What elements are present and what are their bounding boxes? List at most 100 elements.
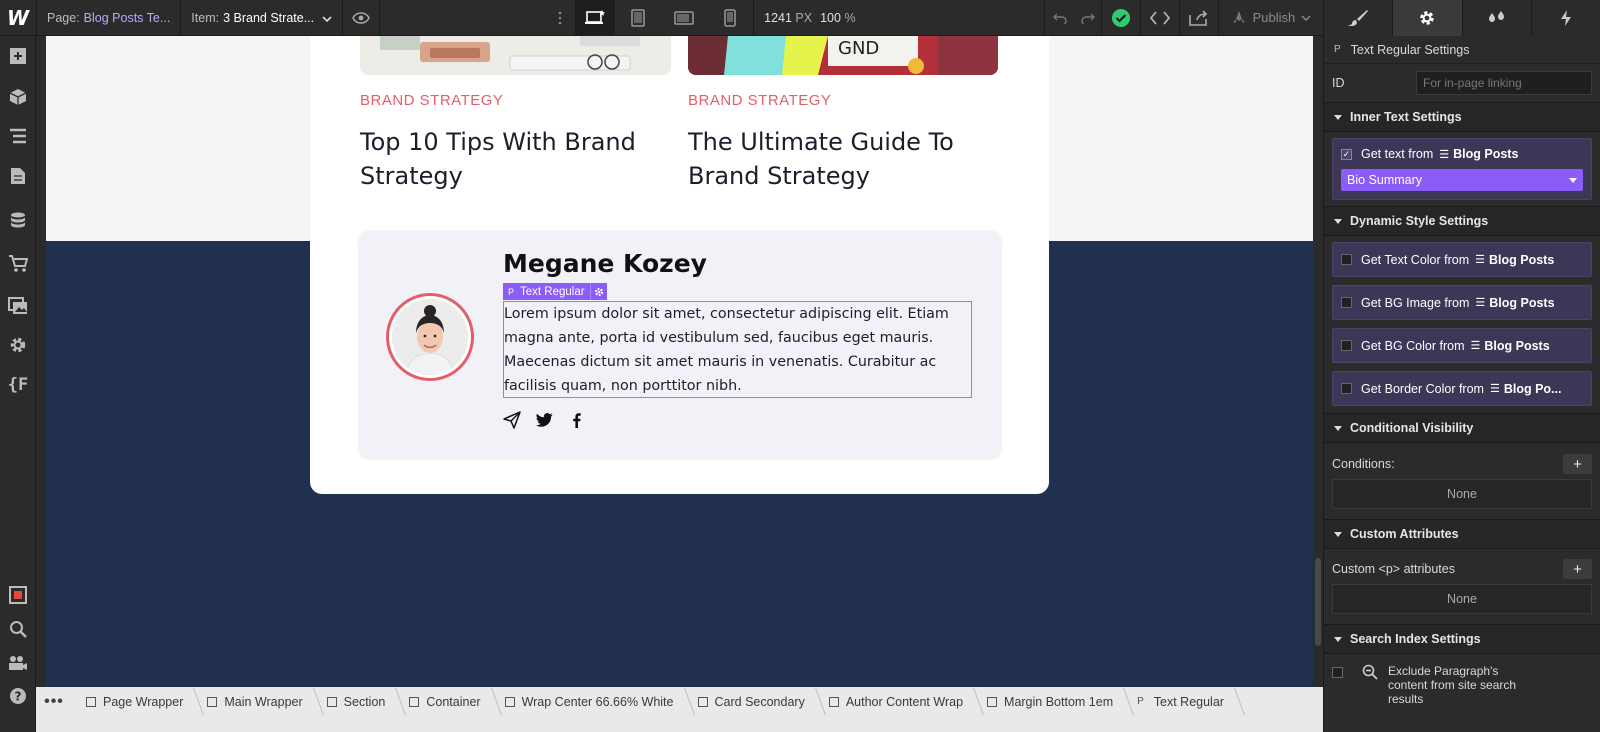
option-checkbox[interactable] bbox=[1341, 340, 1352, 351]
search-icon[interactable] bbox=[0, 611, 36, 647]
publish-button[interactable]: Publish bbox=[1219, 0, 1324, 36]
breadcrumb-item[interactable]: Section bbox=[313, 687, 396, 716]
pages-icon[interactable] bbox=[0, 158, 36, 194]
author-name[interactable]: Megane Kozey bbox=[503, 249, 707, 278]
conditional-visibility-header[interactable]: Conditional Visibility bbox=[1324, 413, 1600, 443]
landscape-breakpoint-icon[interactable] bbox=[661, 0, 707, 36]
exclude-search-checkbox[interactable] bbox=[1332, 667, 1343, 678]
dynamic-style-option[interactable]: Get Text Color from ☰ Blog Posts bbox=[1332, 242, 1592, 277]
zoom-readout: 100 % bbox=[820, 10, 856, 25]
id-input[interactable]: For in-page linking bbox=[1416, 71, 1592, 95]
send-paper-plane-icon[interactable] bbox=[503, 411, 521, 429]
paragraph-icon: P bbox=[508, 286, 515, 297]
assets-images-icon[interactable] bbox=[0, 288, 36, 324]
audit-panel-icon[interactable] bbox=[0, 577, 36, 613]
tab-style[interactable] bbox=[1323, 0, 1392, 36]
cms-database-icon[interactable] bbox=[0, 203, 36, 239]
symbols-cube-icon[interactable] bbox=[0, 79, 36, 115]
dynamic-style-option[interactable]: Get BG Color from ☰ Blog Posts bbox=[1332, 328, 1592, 363]
paragraph-icon: P bbox=[1137, 696, 1144, 707]
option-checkbox[interactable] bbox=[1341, 297, 1352, 308]
breadcrumb-more-icon[interactable]: ••• bbox=[36, 687, 72, 716]
option-checkbox[interactable] bbox=[1341, 254, 1352, 265]
panel-title: P Text Regular Settings bbox=[1324, 36, 1600, 64]
add-elements-icon[interactable] bbox=[0, 38, 36, 74]
attributes-empty-state: None bbox=[1332, 584, 1592, 614]
post-2-title[interactable]: The Ultimate Guide To Brand Strategy bbox=[688, 125, 1008, 193]
navigator-icon[interactable] bbox=[0, 118, 36, 154]
breadcrumb-item[interactable]: Author Content Wrap bbox=[815, 687, 973, 716]
settings-gear-icon[interactable] bbox=[0, 327, 36, 363]
dynamic-style-option[interactable]: Get Border Color from ☰ Blog Po... bbox=[1332, 371, 1592, 406]
breadcrumb-item[interactable]: Container bbox=[395, 687, 490, 716]
post-1-title[interactable]: Top 10 Tips With Brand Strategy bbox=[360, 125, 680, 193]
breadcrumb-item[interactable]: Margin Bottom 1em bbox=[973, 687, 1123, 716]
author-avatar[interactable] bbox=[386, 293, 474, 381]
post-2-category[interactable]: BRAND STRATEGY bbox=[688, 92, 831, 109]
dynamic-style-option[interactable]: Get BG Image from ☰ Blog Posts bbox=[1332, 285, 1592, 320]
breadcrumb-item[interactable]: Wrap Center 66.66% White bbox=[491, 687, 684, 716]
author-card[interactable]: Megane Kozey P Text Regular Lorem ipsum … bbox=[360, 231, 1000, 457]
selected-element-tag[interactable]: P Text Regular bbox=[503, 283, 607, 300]
caret-down-icon bbox=[1334, 636, 1342, 642]
collection-stack-icon: ☰ bbox=[1475, 254, 1486, 266]
breadcrumb-item[interactable]: Card Secondary bbox=[684, 687, 815, 716]
blog-post-image-1[interactable] bbox=[360, 36, 671, 75]
undo-icon[interactable] bbox=[1045, 0, 1075, 36]
preview-eye-icon[interactable] bbox=[343, 0, 379, 36]
page-value: Blog Posts Te... bbox=[83, 10, 171, 25]
div-block-icon bbox=[504, 696, 515, 707]
canvas-scroll-thumb[interactable] bbox=[1315, 558, 1321, 646]
video-tutorials-icon[interactable] bbox=[0, 645, 36, 681]
item-selector[interactable]: Item: 3 Brand Strate... bbox=[181, 0, 342, 36]
webflow-logo-icon[interactable]: W bbox=[0, 0, 36, 36]
caret-down-icon bbox=[1334, 531, 1342, 537]
add-condition-button[interactable]: + bbox=[1563, 454, 1592, 474]
tab-lightning[interactable] bbox=[1530, 0, 1600, 36]
search-index-settings-header[interactable]: Search Index Settings bbox=[1324, 624, 1600, 654]
custom-attributes-header[interactable]: Custom Attributes bbox=[1324, 519, 1600, 549]
div-block-icon bbox=[86, 696, 96, 707]
tab-interactions[interactable] bbox=[1461, 0, 1531, 36]
conditions-empty-state: None bbox=[1332, 479, 1592, 509]
dynamic-style-settings-header[interactable]: Dynamic Style Settings bbox=[1324, 206, 1600, 236]
inner-text-settings-header[interactable]: Inner Text Settings bbox=[1324, 102, 1600, 132]
selected-element-label: Text Regular bbox=[520, 285, 585, 298]
breadcrumb-item[interactable]: Page Wrapper bbox=[72, 687, 193, 716]
option-checkbox[interactable] bbox=[1341, 383, 1352, 394]
help-icon[interactable]: ? bbox=[0, 678, 36, 714]
dropdown-arrow-icon bbox=[1569, 177, 1577, 183]
conditions-label: Conditions: bbox=[1332, 457, 1395, 471]
mobile-breakpoint-icon[interactable] bbox=[707, 0, 753, 36]
share-icon[interactable] bbox=[1180, 0, 1218, 36]
breadcrumb-item[interactable]: Main Wrapper bbox=[193, 687, 312, 716]
get-text-checkbox[interactable]: ✓ bbox=[1341, 148, 1352, 160]
twitter-icon[interactable] bbox=[535, 411, 553, 429]
more-options-icon[interactable] bbox=[545, 0, 575, 36]
div-block-icon bbox=[326, 696, 337, 707]
post-1-category[interactable]: BRAND STRATEGY bbox=[360, 92, 503, 109]
element-settings-gear-icon[interactable] bbox=[589, 283, 607, 300]
exclude-search-option[interactable]: Exclude Paragraph's content from site se… bbox=[1324, 654, 1600, 716]
tablet-breakpoint-icon[interactable] bbox=[615, 0, 661, 36]
tab-settings[interactable] bbox=[1392, 0, 1462, 36]
design-canvas[interactable]: GND BRAND STRATEGY BRAND STRATEGY Top 10… bbox=[46, 36, 1313, 687]
finsweet-extension-icon[interactable]: {F bbox=[0, 367, 36, 403]
drops-icon bbox=[1488, 11, 1504, 22]
ecommerce-cart-icon[interactable] bbox=[0, 246, 36, 282]
caret-down-icon bbox=[1334, 218, 1342, 224]
chevron-down-icon bbox=[1301, 14, 1311, 21]
saved-status-check-icon bbox=[1102, 0, 1140, 36]
facebook-icon[interactable] bbox=[567, 411, 585, 429]
add-attribute-button[interactable]: + bbox=[1563, 559, 1592, 579]
page-selector[interactable]: Page: Blog Posts Te... bbox=[37, 0, 180, 36]
canvas-scrollbar[interactable] bbox=[1313, 36, 1323, 687]
blog-post-image-2[interactable]: GND bbox=[688, 36, 998, 75]
publish-label: Publish bbox=[1252, 10, 1296, 25]
breadcrumb-item-current[interactable]: P Text Regular bbox=[1123, 687, 1234, 716]
code-export-icon[interactable] bbox=[1141, 0, 1179, 36]
desktop-breakpoint-icon[interactable] bbox=[575, 0, 616, 36]
redo-icon[interactable] bbox=[1075, 0, 1101, 36]
selected-bio-paragraph[interactable]: Lorem ipsum dolor sit amet, consectetur … bbox=[503, 301, 972, 398]
field-select-dropdown[interactable]: Bio Summary bbox=[1341, 169, 1583, 191]
